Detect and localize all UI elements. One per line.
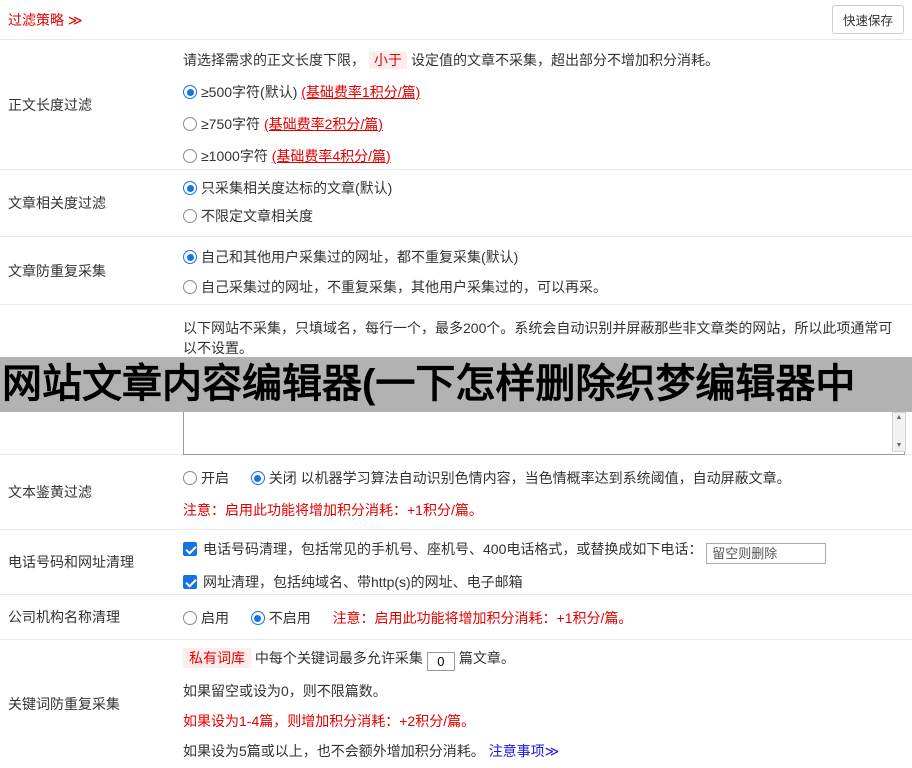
section-label-relevance: 文章相关度过滤 — [8, 195, 106, 211]
section-dedup: 文章防重复采集 自己和其他用户采集过的网址，都不重复采集(默认) 自己采集过的网… — [0, 237, 912, 305]
rate-note-500: (基础费率1积分/篇) — [301, 84, 421, 100]
radio-option-dedup-all[interactable]: 自己和其他用户采集过的网址，都不重复采集(默认) — [183, 247, 905, 267]
radio-option-porn-on[interactable]: 开启 — [183, 470, 229, 486]
body-length-intro: 请选择需求的正文长度下限， 小于 设定值的文章不采集，超出部分不增加积分消耗。 — [183, 51, 719, 69]
blacklist-intro: 以下网站不采集，只填域名，每行一个，最多200个。系统会自动识别并屏蔽那些非文章… — [183, 320, 893, 356]
section-phone-url-clean: 电话号码和网址清理 电话号码清理，包括常见的手机号、座机号、400电话格式，或替… — [0, 530, 912, 595]
section-label-body-length: 正文长度过滤 — [8, 96, 92, 113]
quick-save-button[interactable]: 快速保存 — [831, 5, 904, 34]
radio-icon-750[interactable] — [183, 117, 197, 131]
url-clean-text: 网址清理，包括纯域名、带http(s)的网址、电子邮箱 — [203, 574, 523, 590]
radio-icon-company-on[interactable] — [183, 611, 197, 625]
section-body-length: 正文长度过滤 请选择需求的正文长度下限， 小于 设定值的文章不采集，超出部分不增加积… — [0, 40, 912, 170]
radio-option-porn-off[interactable]: 关闭 — [250, 470, 297, 486]
section-porn-filter: 文本鉴黄过滤 开启 关闭 以机器学习算法自动识别色情内容，当色情概率达到系统阈值… — [0, 455, 912, 530]
radio-option-dedup-self[interactable]: 自己采集过的网址，不重复采集，其他用户采集过的，可以再采。 — [183, 277, 905, 297]
keyword-rule-one-to-four: 如果设为1-4篇，则增加积分消耗：+2积分/篇。 — [183, 713, 476, 729]
scroll-up-icon[interactable]: ▲ — [896, 413, 903, 423]
section-company-clean: 公司机构名称清理 启用 不启用 注意：启用此功能将增加积分消耗：+1积分/篇。 — [0, 595, 912, 640]
keyword-rule-zero: 如果留空或设为0，则不限篇数。 — [183, 683, 387, 699]
radio-icon-dedup-self[interactable] — [183, 280, 197, 294]
checkbox-phone-clean[interactable] — [183, 542, 197, 556]
section-label-porn-filter: 文本鉴黄过滤 — [8, 484, 92, 500]
notice-link[interactable]: 注意事项≫ — [489, 743, 560, 759]
section-relevance: 文章相关度过滤 只采集相关度达标的文章(默认) 不限定文章相关度 — [0, 170, 912, 237]
radio-icon-relevance-off[interactable] — [183, 209, 197, 223]
section-label-company-clean: 公司机构名称清理 — [8, 609, 120, 625]
filter-strategy-page: 过滤策略 ≫ 快速保存 正文长度过滤 请选择需求的正文长度下限， 小于 设定值的文章… — [0, 0, 912, 768]
radio-icon-porn-on[interactable] — [183, 471, 197, 485]
radio-option-1000[interactable]: ≥1000字符 (基础费率4积分/篇) — [183, 146, 905, 166]
radio-option-company-on[interactable]: 启用 — [183, 610, 229, 626]
radio-option-company-off[interactable]: 不启用 — [250, 610, 311, 626]
keyword-limit-text-mid: 中每个关键词最多允许采集 — [254, 650, 423, 666]
rate-note-750: (基础费率2积分/篇) — [263, 116, 383, 132]
keyword-highlight: 小于 — [369, 51, 407, 69]
section-blacklist: 以下网站不采集，只填域名，每行一个，最多200个。系统会自动识别并屏蔽那些非文章… — [0, 305, 912, 455]
porn-filter-description: 以机器学习算法自动识别色情内容，当色情概率达到系统阈值，自动屏蔽文章。 — [300, 470, 791, 486]
rate-note-1000: (基础费率4积分/篇) — [271, 148, 391, 164]
keyword-limit-input[interactable] — [426, 652, 455, 671]
radio-option-750[interactable]: ≥750字符 (基础费率2积分/篇) — [183, 114, 905, 134]
keyword-rule-five-plus: 如果设为5篇或以上，也不会额外增加积分消耗。 — [183, 743, 485, 759]
page-header: 过滤策略 ≫ 快速保存 — [0, 0, 912, 40]
radio-option-relevance-off[interactable]: 不限定文章相关度 — [183, 206, 905, 226]
private-lexicon-link[interactable]: 私有词库 — [183, 648, 251, 668]
section-label-phone-url: 电话号码和网址清理 — [8, 554, 134, 570]
phone-clean-text: 电话号码清理，包括常见的手机号、座机号、400电话格式，或替换成如下电话： — [203, 541, 703, 557]
section-label-dedup: 文章防重复采集 — [8, 262, 106, 279]
radio-icon-dedup-all[interactable] — [183, 250, 197, 264]
radio-icon-company-off[interactable] — [250, 611, 265, 625]
radio-icon-500[interactable] — [183, 85, 197, 99]
page-title[interactable]: 过滤策略 ≫ — [8, 10, 83, 30]
scroll-down-icon[interactable]: ▼ — [896, 441, 903, 451]
company-clean-note: 注意：启用此功能将增加积分消耗：+1积分/篇。 — [332, 610, 633, 626]
radio-icon-1000[interactable] — [183, 149, 197, 163]
section-label-keyword-dedup: 关键词防重复采集 — [8, 696, 120, 712]
replacement-phone-input[interactable] — [706, 543, 827, 564]
porn-filter-note: 注意：启用此功能将增加积分消耗：+1积分/篇。 — [183, 502, 483, 518]
radio-icon-porn-off[interactable] — [250, 471, 265, 485]
textarea-scrollbar[interactable]: ▲ ▼ — [892, 412, 906, 452]
radio-option-relevance-on[interactable]: 只采集相关度达标的文章(默认) — [183, 178, 905, 198]
radio-option-500[interactable]: ≥500字符(默认) (基础费率1积分/篇) — [183, 82, 905, 102]
radio-icon-relevance-on[interactable] — [183, 181, 197, 195]
overlay-banner-text: 网站文章内容编辑器(一下怎样删除织梦编辑器中 — [0, 357, 912, 412]
section-keyword-dedup: 关键词防重复采集 私有词库 中每个关键词最多允许采集 篇文章。 如果留空或设为0，… — [0, 640, 912, 768]
keyword-limit-text-end: 篇文章。 — [458, 650, 515, 666]
checkbox-url-clean[interactable] — [183, 575, 197, 589]
